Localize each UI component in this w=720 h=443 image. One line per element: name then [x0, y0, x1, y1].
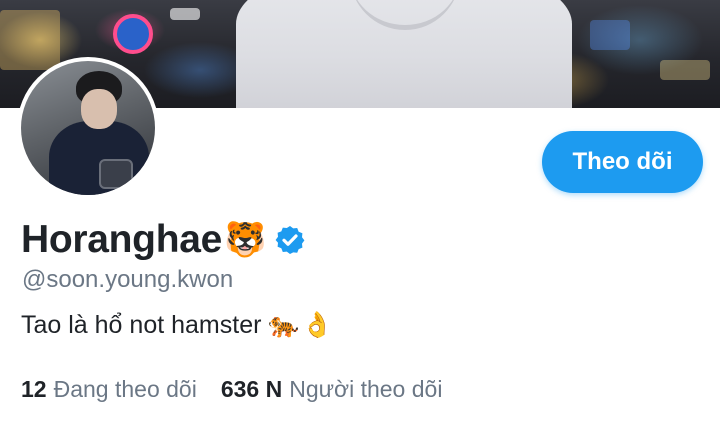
avatar-face	[81, 89, 117, 129]
followers-stat[interactable]: 636 N Người theo dõi	[221, 376, 443, 403]
bio-text: Tao là hổ not hamster	[21, 311, 262, 339]
username-handle: @soon.young.kwon	[22, 266, 234, 293]
avatar-bag	[99, 159, 133, 189]
followers-count: 636 N	[220, 376, 283, 402]
following-count: 12	[21, 376, 47, 402]
following-stat[interactable]: 12 Đang theo dõi	[21, 376, 197, 403]
follow-stats: 12 Đang theo dõi 636 N Người theo dõi	[21, 376, 442, 403]
bio: Tao là hổ not hamster 🐅 👌	[21, 311, 333, 340]
banner-light	[170, 8, 200, 20]
banner-light	[0, 10, 60, 70]
banner-sign	[113, 14, 153, 54]
following-label: Đang theo dõi	[53, 376, 197, 402]
followers-label: Người theo dõi	[289, 376, 443, 402]
avatar-photo	[21, 61, 155, 195]
banner-light	[660, 60, 710, 80]
tiger-face-emoji: 🐯	[224, 221, 267, 259]
avatar[interactable]	[17, 57, 159, 199]
follow-button[interactable]: Theo dõi	[542, 131, 703, 193]
ok-hand-emoji: 👌	[301, 311, 333, 339]
display-name: Horanghae	[21, 218, 223, 261]
verified-badge-icon[interactable]	[274, 224, 306, 256]
banner-light	[590, 20, 630, 50]
name-row: Horanghae 🐯	[21, 214, 306, 266]
tiger-emoji: 🐅	[268, 311, 300, 339]
